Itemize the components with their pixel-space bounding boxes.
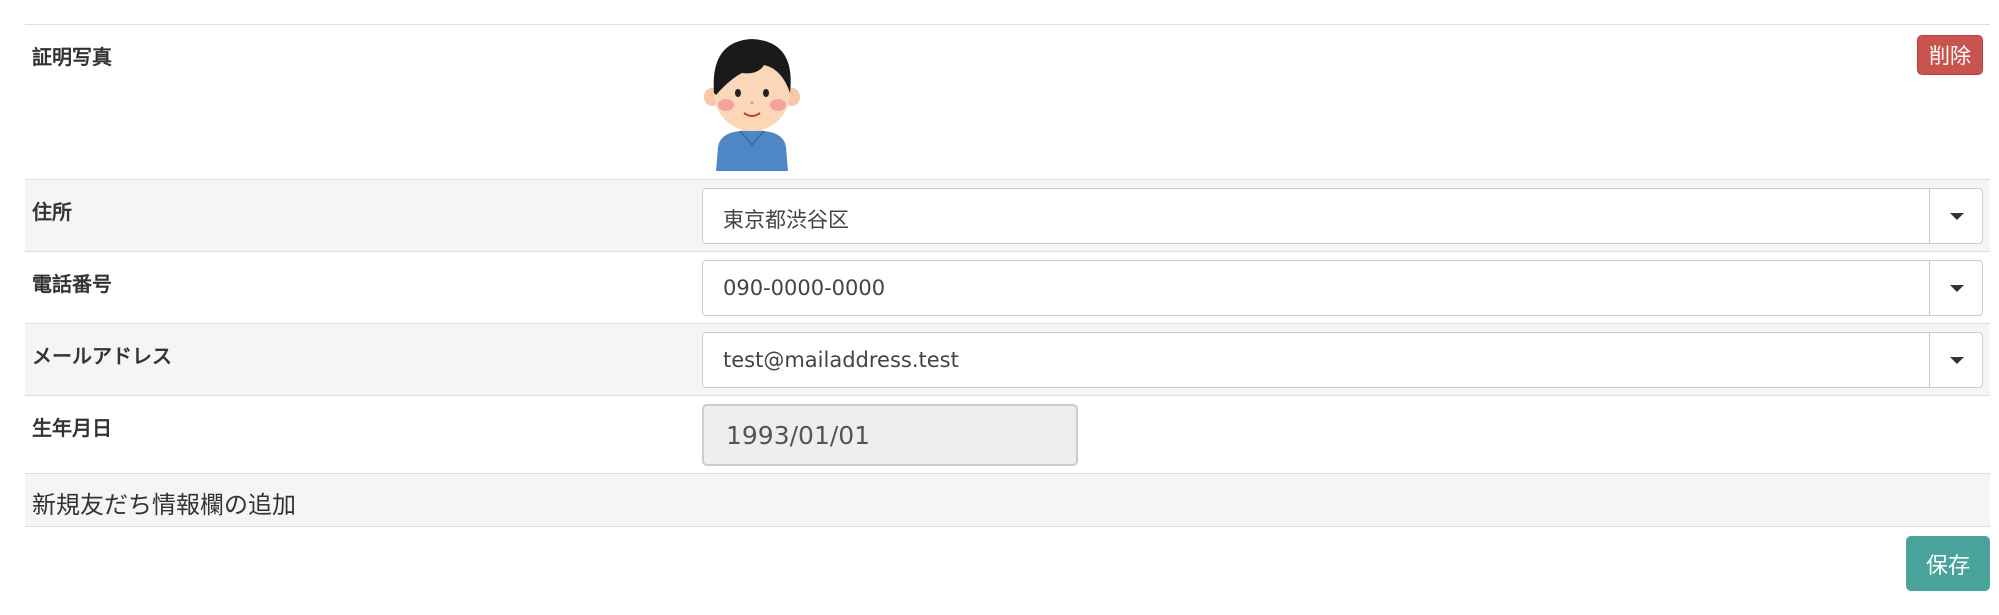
phone-select-value: 090-0000-0000 — [723, 276, 886, 300]
save-button[interactable]: 保存 — [1906, 536, 1990, 591]
photo-row: 証明写真 削除 — [25, 24, 1990, 179]
phone-row: 電話番号 090-0000-0000 — [25, 251, 1990, 323]
address-row: 住所 東京都渋谷区 — [25, 179, 1990, 251]
email-dropdown-toggle[interactable] — [1929, 333, 1982, 387]
birthday-input[interactable] — [702, 404, 1078, 466]
add-field-row: 新規友だち情報欄の追加 — [25, 473, 1990, 527]
email-label: メールアドレス — [32, 344, 172, 368]
address-label: 住所 — [32, 200, 72, 224]
address-dropdown-toggle[interactable] — [1929, 189, 1982, 243]
email-select[interactable]: test@mailaddress.test — [702, 332, 1983, 388]
photo-label: 証明写真 — [32, 45, 112, 69]
friend-info-form: 証明写真 削除 住所 東京都渋谷区 電話番号 090-0000-0000 メール… — [25, 24, 1990, 527]
birthday-label: 生年月日 — [32, 416, 112, 440]
phone-label: 電話番号 — [32, 272, 112, 296]
id-photo-avatar — [702, 35, 802, 175]
caret-down-icon — [1950, 213, 1964, 220]
address-select[interactable]: 東京都渋谷区 — [702, 188, 1983, 244]
add-friend-info-field-link[interactable]: 新規友だち情報欄の追加 — [32, 485, 296, 520]
phone-dropdown-toggle[interactable] — [1929, 261, 1982, 315]
address-select-value: 東京都渋谷区 — [723, 208, 849, 232]
email-select-value: test@mailaddress.test — [723, 348, 959, 372]
delete-photo-button[interactable]: 削除 — [1917, 35, 1983, 75]
email-row: メールアドレス test@mailaddress.test — [25, 323, 1990, 395]
birthday-row: 生年月日 — [25, 395, 1990, 473]
caret-down-icon — [1950, 357, 1964, 364]
caret-down-icon — [1950, 285, 1964, 292]
phone-select[interactable]: 090-0000-0000 — [702, 260, 1983, 316]
